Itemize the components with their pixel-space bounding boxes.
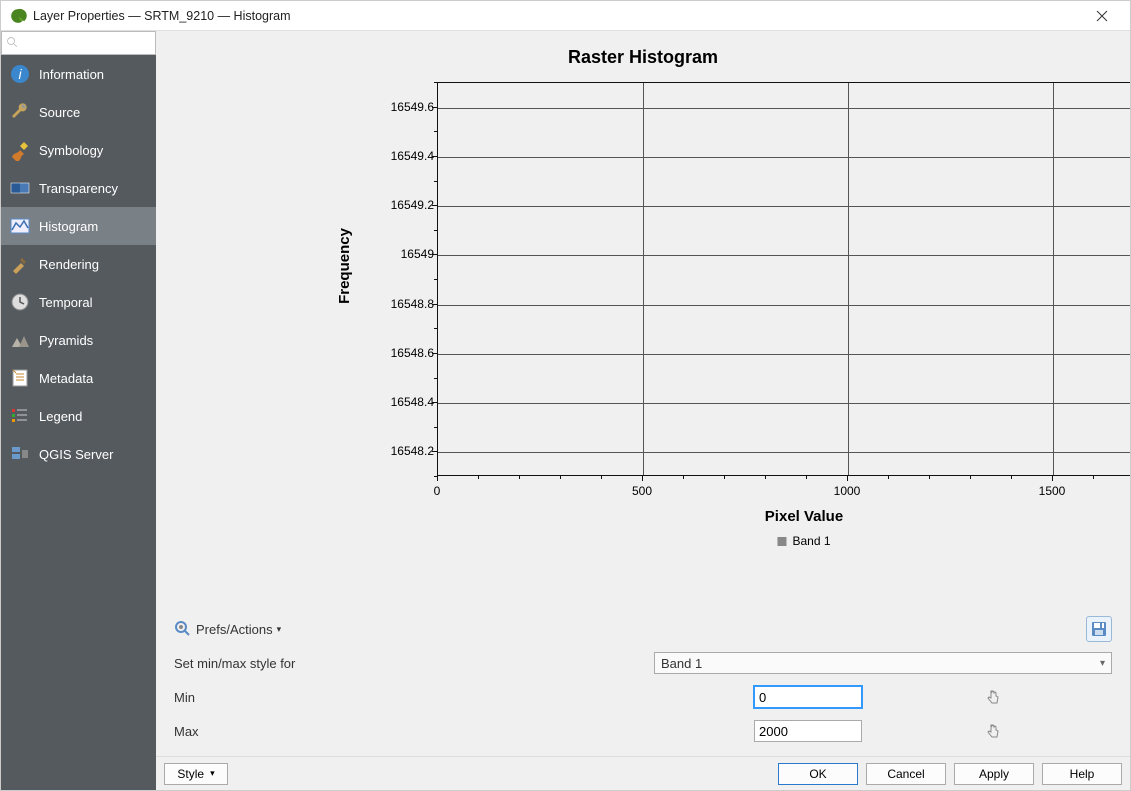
plot-rect (437, 82, 1130, 476)
sidebar-item-symbology[interactable]: Symbology (1, 131, 156, 169)
sidebar-item-label: Pyramids (39, 333, 93, 348)
histogram-icon (9, 215, 31, 237)
cancel-button[interactable]: Cancel (866, 763, 946, 785)
sidebar-item-qgis-server[interactable]: QGIS Server (1, 435, 156, 473)
pyramids-icon (9, 329, 31, 351)
y-tick-label: 16548.4 (374, 395, 434, 409)
x-tick-label: 1500 (1039, 484, 1066, 498)
x-axis-label: Pixel Value (765, 508, 843, 525)
controls-panel: Prefs/Actions ▾ Set min/max style for Ba… (156, 606, 1130, 756)
legend-label: Band 1 (792, 534, 830, 548)
prefs-actions-label: Prefs/Actions (196, 622, 273, 637)
style-button[interactable]: Style ▾ (164, 763, 228, 785)
sidebar-item-label: QGIS Server (39, 447, 113, 462)
max-input[interactable] (754, 720, 862, 742)
sidebar-item-label: Transparency (39, 181, 118, 196)
sidebar-item-label: Information (39, 67, 104, 82)
metadata-icon (9, 367, 31, 389)
sidebar-item-source[interactable]: Source (1, 93, 156, 131)
x-tick-label: 500 (632, 484, 652, 498)
max-pick-button[interactable] (982, 720, 1004, 742)
min-input[interactable] (754, 686, 862, 708)
legend-icon (9, 405, 31, 427)
window-title: Layer Properties — SRTM_9210 — Histogram (33, 9, 1082, 23)
chart-area: Raster Histogram Frequency Pixel Value B… (156, 31, 1130, 606)
y-tick-label: 16548.8 (374, 297, 434, 311)
sidebar-item-temporal[interactable]: Temporal (1, 283, 156, 321)
wrench-icon (9, 101, 31, 123)
brush-icon (9, 139, 31, 161)
min-label: Min (174, 690, 654, 705)
prefs-actions-button[interactable]: Prefs/Actions ▾ (174, 620, 281, 638)
info-icon: i (9, 63, 31, 85)
y-tick-label: 16548.6 (374, 346, 434, 360)
sidebar-item-histogram[interactable]: Histogram (1, 207, 156, 245)
footer: Style ▾ OK Cancel Apply Help (156, 756, 1130, 790)
max-label: Max (174, 724, 654, 739)
body: i Information Source Symbology Transpare… (1, 31, 1130, 790)
sidebar-item-label: Rendering (39, 257, 99, 272)
y-tick-label: 16549 (374, 247, 434, 261)
qgis-icon (9, 7, 27, 25)
close-button[interactable] (1082, 1, 1122, 31)
sidebar-item-label: Histogram (39, 219, 98, 234)
sidebar-search-input[interactable] (22, 36, 151, 50)
chart-legend: Band 1 (777, 534, 830, 548)
sidebar-item-rendering[interactable]: Rendering (1, 245, 156, 283)
sidebar-item-label: Metadata (39, 371, 93, 386)
help-button[interactable]: Help (1042, 763, 1122, 785)
band-select-value: Band 1 (661, 656, 702, 671)
transparency-icon (9, 177, 31, 199)
style-label: Style (177, 767, 204, 781)
sidebar-item-information[interactable]: i Information (1, 55, 156, 93)
sidebar-item-label: Symbology (39, 143, 103, 158)
window-root: Layer Properties — SRTM_9210 — Histogram… (0, 0, 1131, 791)
chevron-down-icon: ▾ (210, 768, 215, 779)
y-tick-label: 16548.2 (374, 444, 434, 458)
main-panel: Raster Histogram Frequency Pixel Value B… (156, 31, 1130, 790)
chevron-down-icon: ▾ (277, 624, 282, 635)
magnifier-cog-icon (174, 620, 192, 638)
sidebar: i Information Source Symbology Transpare… (1, 31, 156, 790)
band-select[interactable]: Band 1 ▾ (654, 652, 1112, 674)
x-tick-label: 0 (434, 484, 441, 498)
titlebar: Layer Properties — SRTM_9210 — Histogram (1, 1, 1130, 31)
sidebar-item-transparency[interactable]: Transparency (1, 169, 156, 207)
x-tick-label: 1000 (834, 484, 861, 498)
legend-swatch (777, 537, 786, 546)
y-axis-label: Frequency (336, 228, 353, 304)
y-tick-label: 16549.4 (374, 149, 434, 163)
sidebar-item-label: Legend (39, 409, 82, 424)
apply-button[interactable]: Apply (954, 763, 1034, 785)
sidebar-search[interactable] (1, 31, 156, 55)
paint-icon (9, 253, 31, 275)
chart-title: Raster Histogram (156, 31, 1130, 68)
y-tick-label: 16549.2 (374, 198, 434, 212)
chart-canvas: Frequency Pixel Value Band 1 16548.21654… (344, 66, 1130, 626)
search-icon (6, 36, 18, 50)
setminmax-label: Set min/max style for (174, 656, 654, 671)
sidebar-item-label: Source (39, 105, 80, 120)
min-pick-button[interactable] (982, 686, 1004, 708)
sidebar-item-legend[interactable]: Legend (1, 397, 156, 435)
server-icon (9, 443, 31, 465)
chevron-down-icon: ▾ (1100, 658, 1105, 669)
sidebar-item-label: Temporal (39, 295, 92, 310)
y-tick-label: 16549.6 (374, 100, 434, 114)
ok-button[interactable]: OK (778, 763, 858, 785)
clock-icon (9, 291, 31, 313)
sidebar-item-metadata[interactable]: Metadata (1, 359, 156, 397)
sidebar-item-pyramids[interactable]: Pyramids (1, 321, 156, 359)
